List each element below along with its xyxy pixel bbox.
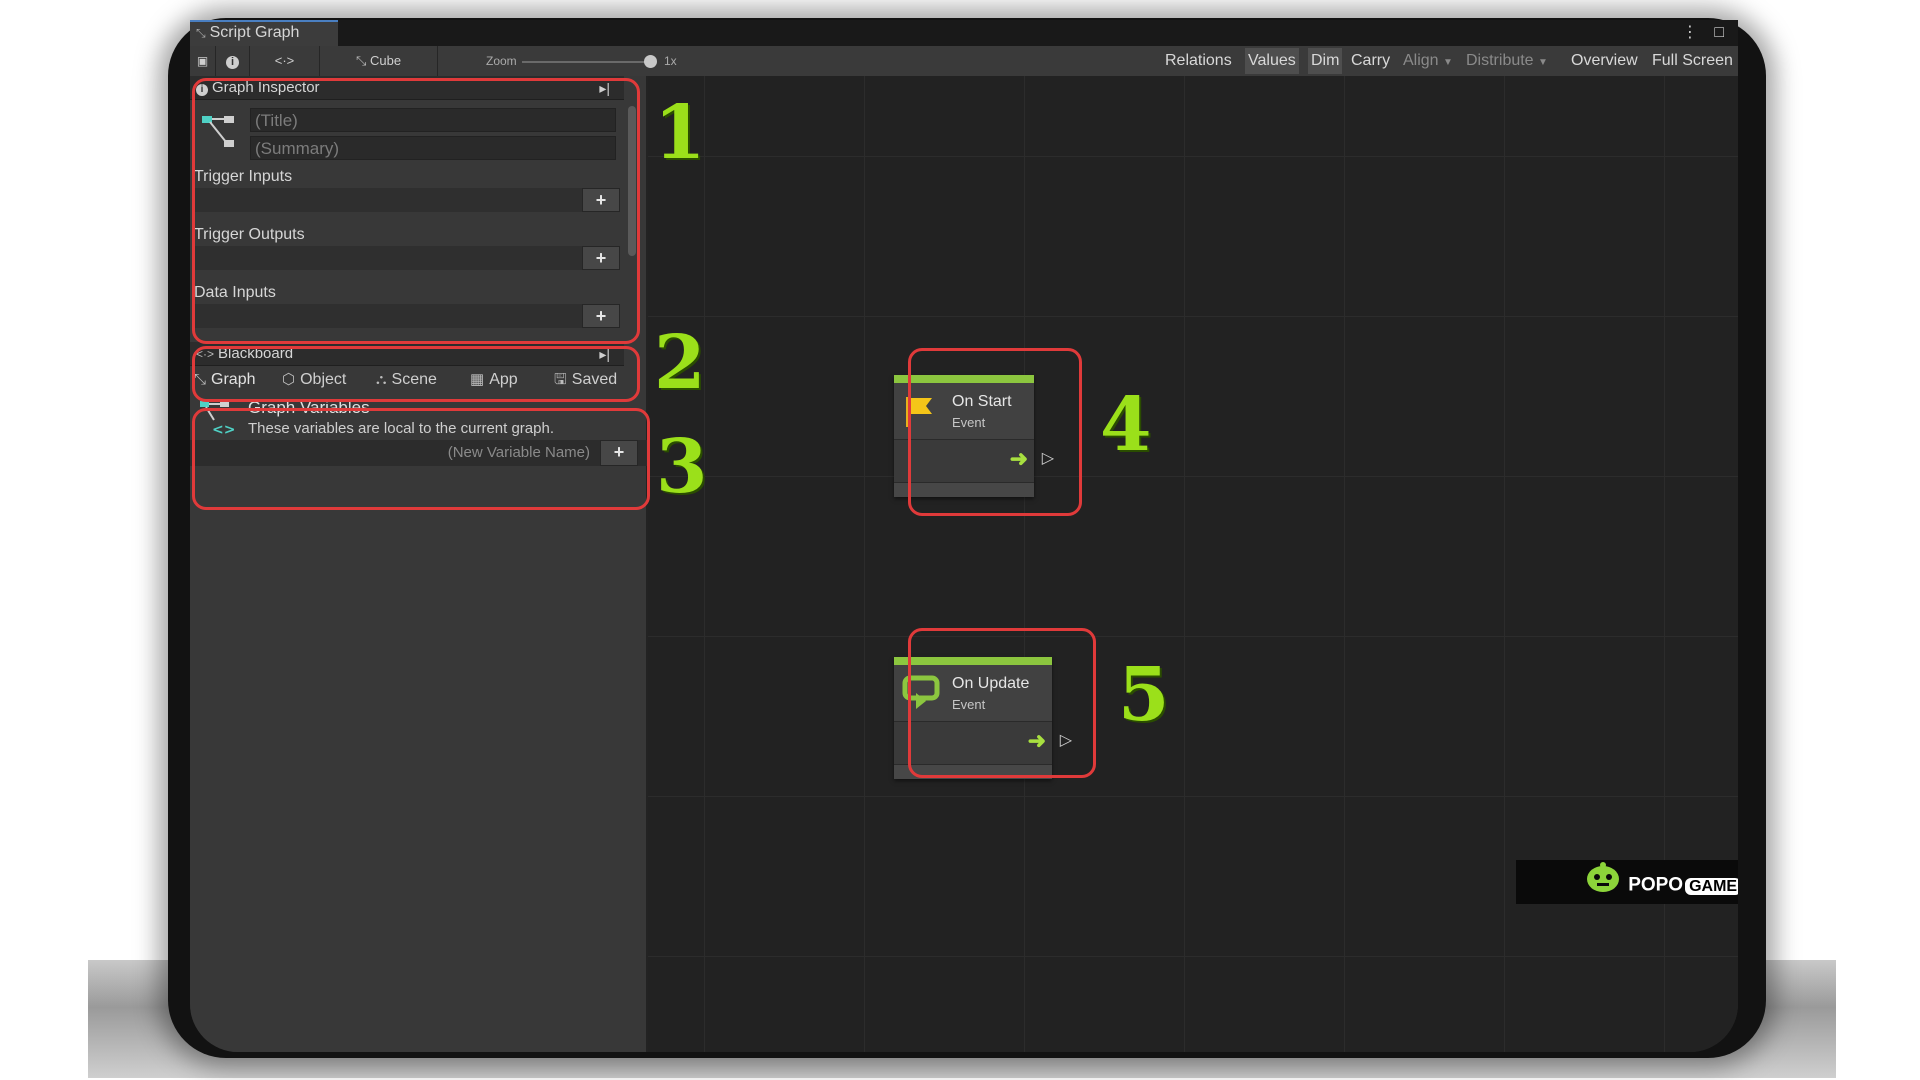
distribute-label: Distribute [1466, 52, 1534, 69]
maximize-icon[interactable]: □ [1714, 24, 1724, 41]
graph-toolbar: ▣ i <·> ⤡ Cube Zoom 1x Relations Values … [190, 46, 1738, 77]
annotation-number-1: 1 [654, 90, 706, 176]
zoom-level-value: 1x [664, 54, 677, 68]
script-graph-icon: ⤡ [196, 26, 206, 40]
target-object-button[interactable]: ⤡ Cube [320, 46, 438, 76]
chevron-down-icon: ▼ [1538, 57, 1548, 68]
lock-icon: ▣ [196, 54, 209, 68]
highlight-box-4 [908, 348, 1082, 516]
dim-button[interactable]: Dim [1308, 48, 1343, 74]
tab-script-graph-label: Script Graph [209, 24, 300, 41]
highlight-box-1 [192, 78, 640, 344]
zoom-label: Zoom [486, 54, 517, 68]
tab-script-graph[interactable]: ⤡ Script Graph [190, 20, 338, 46]
annotation-number-5: 5 [1118, 652, 1170, 738]
target-object-label: Cube [369, 53, 402, 68]
align-label: Align [1403, 52, 1439, 69]
relations-button[interactable]: Relations [1162, 48, 1235, 74]
zoom-slider-track[interactable] [522, 61, 650, 63]
distribute-dropdown[interactable]: Distribute ▼ [1463, 48, 1551, 74]
brand-name: POPO [1628, 874, 1684, 896]
lock-button[interactable]: ▣ [190, 46, 216, 76]
chevron-down-icon: ▼ [1443, 57, 1453, 68]
popogame-logo: POPO GAME [1516, 860, 1738, 904]
brand-badge: GAME [1685, 877, 1738, 895]
highlight-box-2 [192, 346, 640, 402]
full-screen-button[interactable]: Full Screen [1649, 48, 1736, 74]
carry-button[interactable]: Carry [1348, 48, 1393, 74]
annotation-number-4: 4 [1100, 382, 1152, 468]
window-controls: ⋮ □ [1670, 22, 1724, 42]
more-menu-icon[interactable]: ⋮ [1682, 24, 1698, 41]
blackboard-toggle[interactable]: <·> [250, 46, 320, 76]
variables-icon: <·> [274, 53, 295, 68]
zoom-slider-thumb[interactable] [644, 55, 657, 68]
values-button[interactable]: Values [1245, 48, 1299, 74]
mascot-icon [1583, 860, 1623, 911]
graph-target-icon: ⤡ [355, 53, 370, 68]
highlight-box-5 [908, 628, 1096, 778]
overview-button[interactable]: Overview [1568, 48, 1641, 74]
annotation-number-3: 3 [656, 424, 708, 510]
graph-canvas[interactable]: On Start Event ➜ ▷ On Update Event ➜ ▷ [648, 76, 1738, 1052]
annotation-number-2: 2 [654, 320, 706, 406]
window-tab-bar: ⤡ Script Graph ⋮ □ [190, 20, 1738, 46]
info-icon: i [226, 56, 239, 69]
graph-inspector-toggle[interactable]: i [216, 46, 250, 76]
highlight-box-3 [192, 408, 650, 510]
align-dropdown[interactable]: Align ▼ [1400, 48, 1456, 74]
